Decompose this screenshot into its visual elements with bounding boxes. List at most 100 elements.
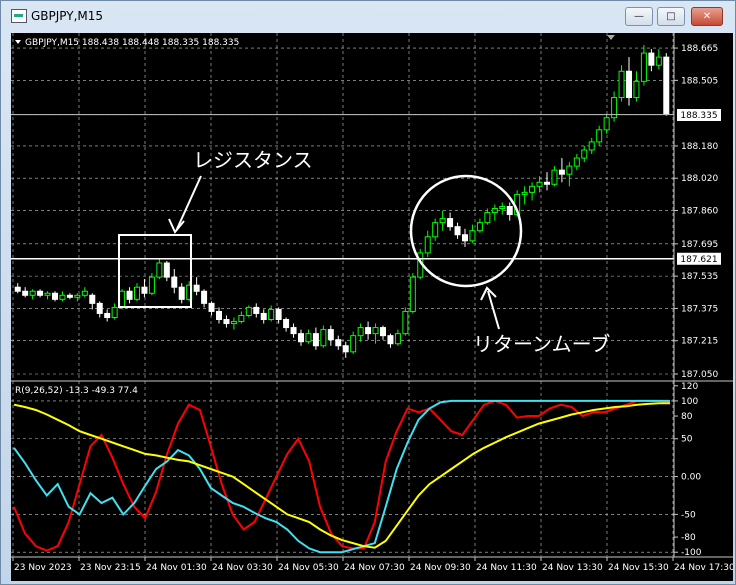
candle (22, 290, 29, 296)
chart-svg[interactable]: GBPJPY,M15 188.438 188.448 188.335 188.3… (11, 33, 735, 581)
time-tick-label: 23 Nov 23:15 (80, 563, 141, 573)
candle (216, 310, 222, 321)
candle (320, 329, 327, 347)
price-tick-label: 187.695 (681, 240, 718, 250)
chart-area[interactable]: GBPJPY,M15 188.438 188.448 188.335 188.3… (11, 33, 735, 581)
candle (141, 286, 148, 294)
candle (372, 327, 379, 335)
candle (119, 290, 126, 308)
candle (14, 286, 21, 292)
candle (462, 234, 468, 242)
candle (626, 70, 632, 99)
candle (37, 290, 44, 296)
price-tick-label: 188.505 (681, 76, 718, 86)
candle (424, 236, 431, 254)
return-move-arrow (487, 290, 500, 330)
time-tick-label: 24 Nov 07:30 (344, 563, 405, 573)
candle (89, 294, 96, 304)
indicator-axis[interactable]: 120 100 80 50 0.00 -50 -80 -100 (674, 382, 702, 558)
terminal-window: GBPJPY,M15 — □ ✕ GBPJPY,M15 188.438 188.… (0, 0, 736, 585)
indicator-header: R(9,26,52) -13.3 -49.3 77.4 (15, 386, 138, 396)
price-tick-label: 187.215 (681, 337, 718, 347)
candle (640, 52, 647, 82)
candle (491, 208, 498, 214)
candle (104, 312, 111, 318)
indicator-tick-label: -50 (681, 510, 696, 520)
indicator-tick-label: 0.00 (681, 473, 701, 483)
indicator-tick-label: -80 (681, 533, 696, 543)
candle (544, 181, 550, 185)
hline-price-label: 187.621 (680, 255, 717, 265)
symbol-dropdown-icon[interactable] (15, 40, 21, 44)
time-tick-label: 24 Nov 11:30 (476, 563, 537, 573)
candle (29, 290, 36, 296)
time-axis[interactable]: 23 Nov 2023 23 Nov 23:15 24 Nov 01:30 24 No… (12, 557, 735, 573)
candle (454, 226, 461, 236)
time-tick-label: 24 Nov 17:30 (674, 563, 733, 573)
resistance-arrow (176, 175, 202, 230)
candle (581, 149, 588, 159)
candle (305, 333, 312, 343)
candle (469, 230, 476, 242)
candles (14, 45, 670, 358)
candle (111, 306, 118, 318)
time-tick-label: 24 Nov 15:30 (608, 563, 669, 573)
candle (484, 212, 491, 224)
candle (163, 262, 170, 278)
candle (432, 222, 439, 238)
candle (618, 70, 625, 99)
candle (74, 294, 81, 298)
time-tick-label: 24 Nov 03:30 (212, 563, 273, 573)
candle (447, 218, 454, 228)
resistance-label: レジスタンス (193, 148, 313, 172)
candle (603, 117, 610, 131)
candle (499, 205, 506, 210)
window-titlebar[interactable]: GBPJPY,M15 — □ ✕ (1, 1, 735, 31)
price-tick-label: 187.535 (681, 272, 718, 282)
candle (298, 333, 304, 343)
close-button[interactable]: ✕ (691, 7, 723, 26)
scroll-marker-icon[interactable] (607, 35, 615, 40)
candle (327, 329, 334, 341)
candle (44, 292, 51, 296)
chart-app-icon (11, 9, 27, 23)
price-axis[interactable]: 188.665 188.505 188.180 188.020 187.860 187.6… (674, 44, 718, 380)
time-tick-label: 23 Nov 2023 (14, 563, 72, 573)
candle (521, 191, 528, 195)
candle (81, 290, 88, 296)
candle (208, 302, 215, 312)
grid-lines (11, 33, 674, 556)
candle (126, 290, 133, 300)
candle (260, 312, 267, 321)
candle (223, 319, 230, 325)
candle (648, 52, 655, 66)
candle (439, 218, 446, 224)
indicator-tick-label: -100 (681, 548, 702, 558)
candle (268, 308, 275, 321)
minimize-button[interactable]: — (625, 7, 653, 26)
candle (387, 335, 394, 345)
yellow-indicator-line (13, 402, 670, 549)
candle (290, 327, 297, 335)
current-price-label: 188.335 (680, 111, 717, 121)
candle (134, 286, 140, 300)
candle (350, 335, 357, 353)
resistance-arrowhead-icon (168, 218, 185, 234)
candle (633, 80, 640, 99)
indicator-tick-label: 120 (681, 382, 698, 392)
candle (253, 306, 260, 314)
candle (357, 327, 364, 337)
price-tick-label: 188.020 (681, 174, 718, 184)
candle (573, 157, 580, 167)
time-tick-label: 24 Nov 09:30 (410, 563, 471, 573)
candle (596, 129, 603, 143)
candle (245, 306, 252, 316)
candle (201, 290, 208, 304)
candle (335, 339, 342, 347)
maximize-button[interactable]: □ (657, 7, 685, 26)
price-tick-label: 188.180 (681, 142, 718, 152)
candle (365, 327, 372, 335)
candle (52, 292, 58, 300)
candle (551, 169, 558, 185)
candle (156, 262, 163, 278)
